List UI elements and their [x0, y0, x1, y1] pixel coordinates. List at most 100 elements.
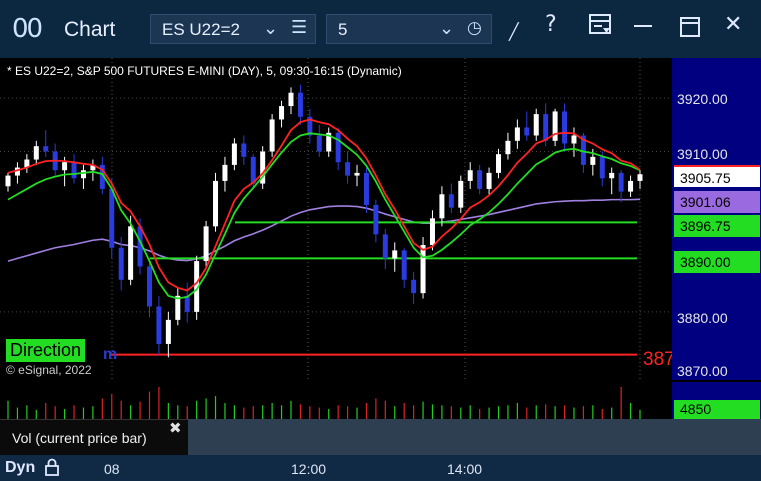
candle-body — [562, 111, 568, 144]
chevron-down-icon[interactable]: ⌄ — [263, 18, 278, 39]
price-tick: 3880.00 — [677, 310, 728, 326]
candle-body — [165, 319, 171, 344]
candle-body — [5, 175, 11, 187]
chevron-down-icon[interactable]: ⌄ — [439, 18, 454, 39]
volume-bar — [516, 403, 518, 419]
candle-body — [354, 172, 360, 176]
candle-body — [203, 226, 209, 262]
candle-body — [543, 114, 549, 141]
candle-body — [316, 135, 322, 152]
volume-bar — [243, 407, 245, 419]
long-ma-line — [7, 198, 641, 262]
interval-selector[interactable]: 5 ⌄ ◷ — [326, 14, 492, 44]
ma-long-price-tag: 3901.06 — [674, 191, 760, 213]
volume-bar — [271, 403, 273, 419]
time-label: 14:00 — [447, 461, 483, 477]
candle-body — [250, 156, 256, 184]
candle-body — [279, 106, 285, 120]
candle-body — [80, 170, 86, 179]
layout-icon[interactable] — [588, 12, 612, 42]
candle-body — [392, 250, 398, 259]
candle-body — [373, 204, 379, 235]
clock-icon[interactable]: ◷ — [467, 18, 482, 38]
volume-bar — [507, 405, 509, 419]
candle-body — [118, 247, 124, 280]
volume-bar — [196, 400, 198, 419]
volume-bar — [450, 406, 452, 419]
candle-body — [571, 135, 577, 144]
candle-body — [609, 172, 615, 179]
candle-body — [486, 172, 492, 189]
volume-bar — [460, 407, 462, 419]
volume-bar — [337, 405, 339, 419]
candle-body — [505, 140, 511, 155]
candle-body — [345, 162, 351, 176]
volume-panel-footer — [188, 419, 761, 455]
close-study-icon[interactable]: ✖ — [169, 419, 182, 437]
close-icon[interactable]: ✕ — [724, 12, 742, 37]
volume-bar — [73, 405, 75, 419]
volume-bar — [346, 406, 349, 419]
volume-bar — [158, 387, 160, 419]
volume-bar — [328, 408, 330, 419]
volume-bar — [526, 407, 528, 419]
candle-body — [222, 164, 228, 181]
volume-bar — [403, 403, 405, 419]
direction-suffix: m — [103, 346, 118, 363]
draw-tool-icon[interactable]: ╱ — [509, 22, 519, 41]
candle-body — [448, 194, 454, 208]
volume-bar — [7, 400, 9, 419]
volume-bar — [82, 407, 85, 419]
volume-bar — [554, 406, 556, 419]
last-price-tag: 3905.75 — [674, 165, 760, 187]
price-tick: 3910.00 — [677, 146, 728, 162]
candle-body — [71, 162, 77, 179]
volume-bar — [545, 404, 547, 419]
candle-body — [514, 127, 520, 141]
chart-canvas[interactable] — [0, 58, 672, 380]
candle-body — [156, 306, 162, 344]
candle-body — [458, 180, 464, 208]
symbol-value: ES U22=2 — [162, 20, 240, 39]
support-price-label: 387 — [643, 349, 675, 370]
dynamic-mode-label[interactable]: Dyn — [5, 459, 35, 477]
symbol-selector[interactable]: ES U22=2 ⌄ ☰ — [150, 14, 316, 44]
candle-body — [382, 234, 388, 259]
volume-bar — [413, 405, 415, 419]
minimize-icon[interactable] — [632, 14, 654, 42]
candle-body — [43, 146, 49, 152]
volume-bar — [629, 403, 632, 419]
candle-body — [411, 279, 417, 294]
list-menu-icon[interactable]: ☰ — [291, 17, 307, 38]
candle-body — [524, 127, 530, 136]
lock-icon[interactable] — [44, 458, 60, 480]
candle-body — [109, 188, 115, 248]
volume-bar — [205, 398, 207, 419]
candle-body — [128, 226, 134, 280]
volume-bar — [233, 405, 235, 419]
volume-bar — [299, 404, 302, 419]
volume-bar — [35, 409, 37, 419]
volume-bar — [384, 400, 386, 419]
candle-body — [496, 154, 502, 173]
volume-bar — [488, 407, 490, 419]
level-high-price-tag: 3896.75 — [674, 215, 760, 237]
copyright: © eSignal, 2022 — [6, 363, 92, 377]
volume-bar — [611, 407, 613, 419]
volume-bar — [120, 400, 122, 419]
volume-bar — [318, 407, 320, 419]
volume-bar — [592, 405, 594, 419]
help-icon[interactable]: ? — [545, 12, 557, 37]
candle-body — [335, 132, 341, 163]
volume-bar — [469, 405, 471, 419]
volume-bar — [177, 405, 179, 419]
volume-bar — [535, 405, 537, 419]
volume-bar — [309, 406, 311, 419]
candle-body — [429, 218, 435, 246]
time-label: 12:00 — [291, 461, 327, 477]
volume-bar — [262, 405, 264, 419]
candle-body — [241, 143, 247, 157]
volume-panel[interactable] — [0, 382, 672, 419]
maximize-icon[interactable] — [679, 16, 701, 44]
candle-body — [146, 266, 152, 307]
